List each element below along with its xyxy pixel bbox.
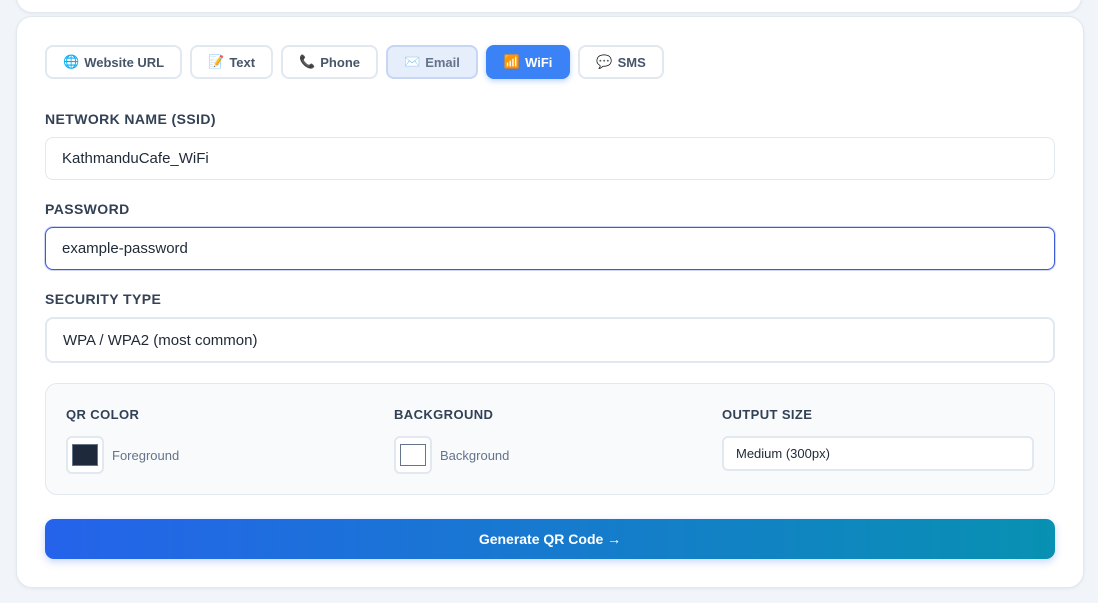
password-value: example-password — [62, 240, 188, 257]
output-size-label: OUTPUT SIZE — [722, 407, 813, 422]
envelope-icon: ✉️ — [404, 54, 421, 69]
output-size-select[interactable]: Medium (300px) — [722, 436, 1034, 471]
output-size-value: Medium (300px) — [736, 446, 830, 461]
ssid-label: NETWORK NAME (SSID) — [45, 111, 216, 127]
customization-panel: QR COLOR Foreground BACKGROUND Backgroun… — [45, 383, 1055, 495]
qr-color-label: QR COLOR — [66, 407, 140, 422]
background-swatch — [400, 444, 426, 466]
qr-generator-card: 🌐 Website URL 📝 Text 📞 Phone ✉️ Email 📶 … — [16, 16, 1084, 588]
phone-icon: 📞 — [299, 54, 316, 69]
tab-sms[interactable]: 💬 SMS — [578, 45, 664, 79]
memo-icon: 📝 — [208, 54, 225, 69]
signal-bars-icon: 📶 — [503, 54, 521, 69]
tab-website-url[interactable]: 🌐 Website URL — [45, 45, 183, 79]
tab-label: SMS — [617, 54, 646, 70]
foreground-swatch — [72, 444, 98, 466]
previous-card — [16, 0, 1082, 13]
password-input[interactable]: example-password — [45, 227, 1055, 270]
security-type-label: SECURITY TYPE — [45, 291, 162, 307]
generate-qr-button[interactable]: Generate QR Code → — [45, 519, 1055, 559]
security-type-select[interactable]: WPA / WPA2 (most common) — [45, 317, 1055, 363]
password-label: PASSWORD — [45, 201, 130, 217]
background-label: BACKGROUND — [394, 407, 494, 422]
tab-email[interactable]: ✉️ Email — [386, 45, 478, 79]
tab-label: Phone — [320, 54, 360, 70]
tab-phone[interactable]: 📞 Phone — [281, 45, 378, 79]
ssid-value: KathmanduCafe_WiFi — [62, 150, 209, 167]
foreground-color-picker[interactable] — [66, 436, 104, 474]
speech-bubble-icon: 💬 — [596, 54, 613, 69]
tab-text[interactable]: 📝 Text — [190, 45, 274, 79]
background-text: Background — [440, 448, 510, 463]
tab-label: Text — [229, 54, 256, 70]
background-color-picker[interactable] — [394, 436, 432, 474]
globe-icon: 🌐 — [63, 54, 80, 69]
tab-label: Website URL — [84, 54, 165, 70]
tab-label: Email — [425, 54, 460, 70]
ssid-input[interactable]: KathmanduCafe_WiFi — [45, 137, 1055, 180]
content-type-tabs: 🌐 Website URL 📝 Text 📞 Phone ✉️ Email 📶 … — [45, 45, 664, 79]
tab-wifi[interactable]: 📶 WiFi — [485, 45, 571, 79]
security-type-value: WPA / WPA2 (most common) — [63, 331, 258, 349]
foreground-text: Foreground — [112, 448, 180, 463]
tab-label: WiFi — [525, 54, 553, 70]
